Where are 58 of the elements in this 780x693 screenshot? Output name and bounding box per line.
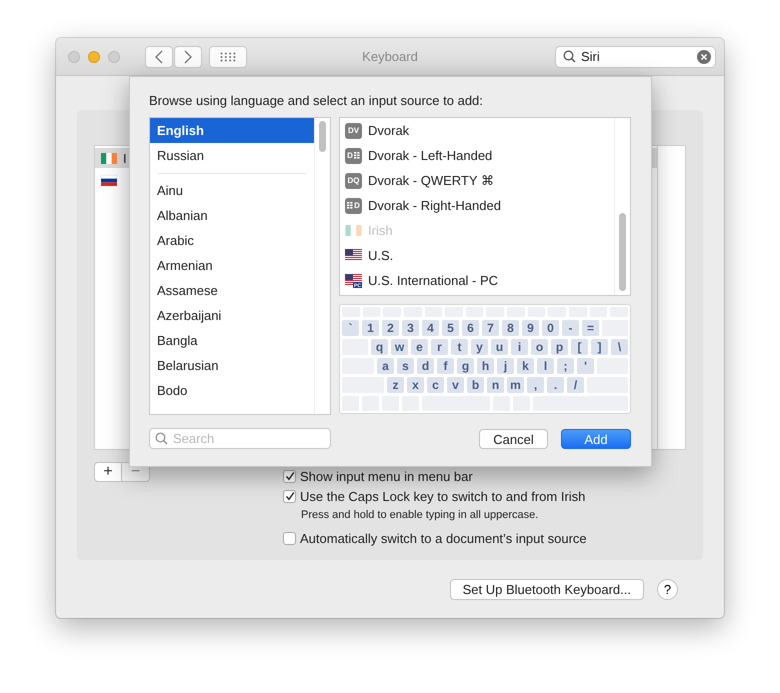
keyboard-key: 1 — [362, 320, 379, 336]
keyboard-key: b — [467, 376, 484, 393]
keyboard-key: . — [547, 376, 564, 393]
keyboard-key: o — [531, 338, 548, 355]
layout-badge-icon: D — [345, 148, 362, 164]
keyboard-key: j — [497, 358, 514, 374]
keyboard-key: m — [507, 376, 524, 393]
keyboard-key: v — [447, 376, 464, 393]
keyboard-key: w — [391, 338, 408, 355]
keyboard-key: , — [527, 376, 544, 393]
keyboard-key: ' — [577, 358, 594, 374]
keyboard-key: 0 — [542, 320, 559, 336]
keyboard-key: [ — [571, 338, 588, 355]
keyboard-key: x — [407, 376, 424, 393]
keyboard-key: 6 — [462, 320, 479, 336]
window-title: Keyboard — [362, 49, 418, 64]
keyboard-key: q — [371, 338, 388, 355]
keyboard-key: \ — [611, 338, 628, 355]
sheet-prompt: Browse using language and select an input source to add: — [149, 93, 484, 110]
keyboard-key: e — [411, 338, 428, 355]
keyboard-key: ] — [591, 338, 608, 355]
checkbox-label: Show input menu in menu bar — [300, 468, 473, 484]
keyboard-key: h — [477, 358, 494, 374]
keyboard-key: 9 — [522, 320, 539, 336]
option-note: Press and hold to enable typing in all uppercase. — [301, 508, 540, 523]
keyboard-key: 4 — [422, 320, 439, 336]
keyboard-key: t — [451, 338, 468, 355]
keyboard-key: l — [537, 358, 554, 374]
keyboard-key: z — [387, 376, 404, 393]
keyboard-key: p — [551, 338, 568, 355]
keyboard-key: u — [491, 338, 508, 355]
keyboard-key: f — [437, 358, 454, 374]
keyboard-key: r — [431, 338, 448, 355]
layout-badge-icon: DQ — [345, 172, 362, 188]
keyboard-key: s — [397, 358, 414, 374]
keyboard-key: y — [471, 338, 488, 355]
checkbox-label: Automatically switch to a document’s input source — [300, 530, 587, 546]
keyboard-key: - — [562, 320, 579, 336]
checkbox-label: Use the Caps Lock key to switch to and from Irish — [300, 488, 586, 504]
keyboard-key: 8 — [502, 320, 519, 336]
keyboard-key: g — [457, 358, 474, 374]
keyboard-key: k — [517, 358, 534, 374]
keyboard-key: d — [417, 358, 434, 374]
keyboard-key: 7 — [482, 320, 499, 336]
keyboard-key: ` — [342, 320, 359, 336]
keyboard-key: i — [511, 338, 528, 355]
layout-badge-icon: D — [345, 198, 362, 214]
keyboard-key: / — [567, 376, 584, 393]
keyboard-key: = — [582, 320, 599, 336]
keyboard-key: n — [487, 376, 504, 393]
layout-badge-icon: DV — [345, 122, 362, 138]
input-source-name: I — [123, 150, 127, 166]
keyboard-key: c — [427, 376, 444, 393]
keyboard-key: 5 — [442, 320, 459, 336]
keyboard-key: 3 — [402, 320, 419, 336]
keyboard-key: a — [377, 358, 394, 374]
keyboard-key: ; — [557, 358, 574, 374]
keyboard-key: 2 — [382, 320, 399, 336]
